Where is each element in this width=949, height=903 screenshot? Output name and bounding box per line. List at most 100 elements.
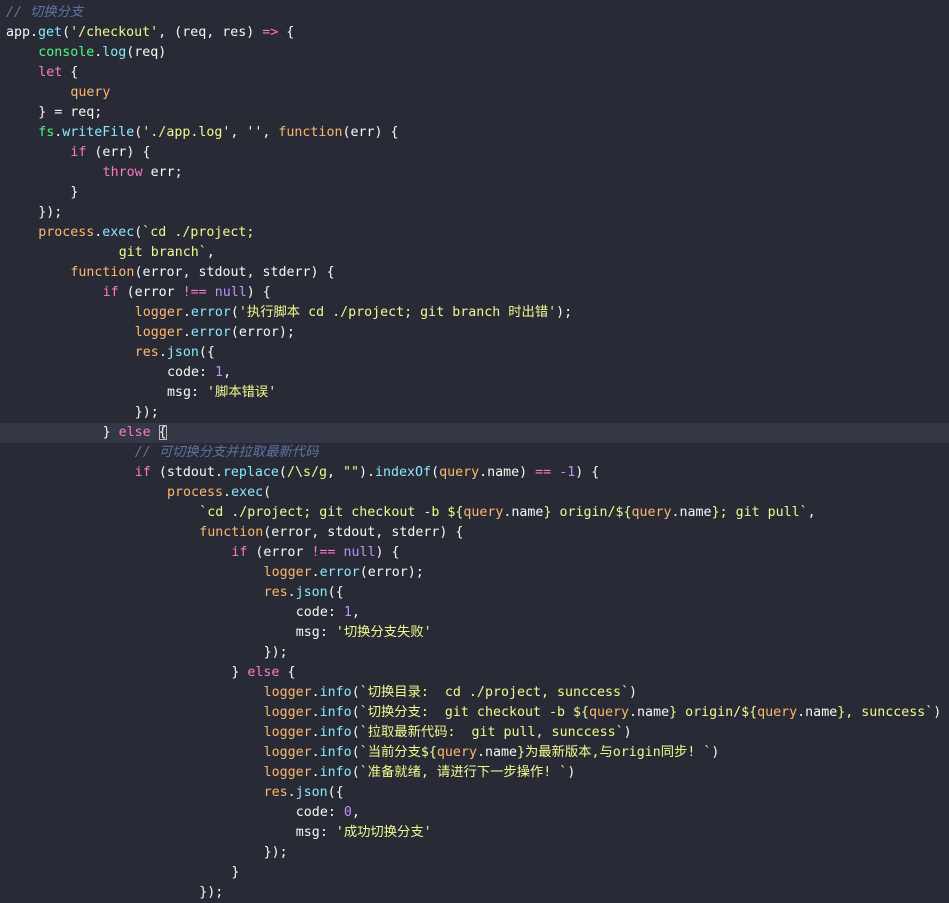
code-line[interactable]: logger.info(`当前分支${query.name}为最新版本,与ori… [0, 743, 949, 763]
code-token-obj: fs [38, 125, 55, 140]
code-line[interactable]: res.json({ [0, 783, 949, 803]
code-line[interactable]: } = req; [0, 103, 949, 123]
code-token-str: '' [246, 125, 263, 140]
code-line[interactable]: throw err; [0, 163, 949, 183]
code-token-plain: ) { [375, 545, 400, 560]
code-token-plain: . [30, 25, 39, 40]
code-token-kw: if [231, 545, 248, 560]
code-token-fn: info [319, 685, 352, 700]
code-token-plain: ) [567, 765, 576, 780]
code-line[interactable]: logger.info(`切换分支: git checkout -b ${que… [0, 703, 949, 723]
code-token-str: }为最新版本,与origin同步! ` [516, 745, 712, 760]
code-token-plain: . [223, 485, 232, 500]
code-token-plain: (error [247, 545, 312, 560]
code-token-plain: ) [623, 725, 632, 740]
code-line[interactable]: // 切换分支 [0, 3, 949, 23]
code-line[interactable]: } [0, 183, 949, 203]
code-token-fn: info [319, 705, 352, 720]
code-token-plain: } [70, 185, 79, 200]
code-token-kw: if [102, 285, 119, 300]
code-token-plain: , [206, 245, 215, 260]
code-editor[interactable]: // 切换分支 app.get('/checkout', (req, res) =… [0, 0, 949, 903]
code-token-param: logger [263, 565, 312, 580]
code-token-str: git branch` [118, 245, 207, 260]
code-line[interactable]: res.json({ [0, 343, 949, 363]
code-line[interactable]: function(error, stdout, stderr) { [0, 263, 949, 283]
code-token-plain: . [287, 585, 296, 600]
code-token-comment: // 可切换分支并拉取最新代码 [134, 445, 319, 460]
code-token-str: '脚本错误' [207, 385, 277, 400]
code-token-plain: . [311, 765, 320, 780]
code-token-plain: ) [711, 745, 720, 760]
code-line[interactable]: process.exec(`cd ./project; [0, 223, 949, 243]
code-token-fn: json [166, 345, 199, 360]
code-line[interactable]: `cd ./project; git checkout -b ${query.n… [0, 503, 949, 523]
code-line[interactable]: logger.info(`切换目录: cd ./project, suncces… [0, 683, 949, 703]
code-token-plain: , [230, 125, 247, 140]
code-line[interactable]: msg: '切换分支失败' [0, 623, 949, 643]
code-line[interactable]: } else { [0, 663, 949, 683]
code-line[interactable]: fs.writeFile('./app.log', '', function(e… [0, 123, 949, 143]
code-line[interactable]: query [0, 83, 949, 103]
code-token-plain: (error [118, 285, 183, 300]
code-line[interactable]: console.log(req) [0, 43, 949, 63]
code-token-plain: msg: [167, 385, 208, 400]
code-line[interactable]: let { [0, 63, 949, 83]
code-token-plain: res [222, 25, 247, 40]
code-token-plain: app [6, 25, 31, 40]
code-token-param: query [631, 505, 672, 520]
code-token-param: query [463, 505, 504, 520]
code-line[interactable]: process.exec( [0, 483, 949, 503]
code-line[interactable]: msg: '成功切换分支' [0, 823, 949, 843]
code-token-plain: code: [167, 365, 216, 380]
code-token-bracket: { [158, 425, 167, 440]
code-line[interactable]: logger.info(`拉取最新代码: git pull, sunccess`… [0, 723, 949, 743]
code-line[interactable]: }); [0, 403, 949, 423]
code-line[interactable]: if (error !== null) { [0, 283, 949, 303]
code-line[interactable]: git branch`, [0, 243, 949, 263]
code-token-plain: ) [246, 25, 263, 40]
code-token-plain: req [182, 25, 207, 40]
code-token-plain: .name [797, 705, 838, 720]
code-token-plain: , [206, 25, 223, 40]
code-token-str: }, sunccess` [837, 705, 934, 720]
code-token-str: '执行脚本 cd ./project; git branch 时出错' [238, 305, 557, 320]
code-line[interactable]: code: 0, [0, 803, 949, 823]
code-line[interactable]: function(error, stdout, stderr) { [0, 523, 949, 543]
code-line[interactable]: res.json({ [0, 583, 949, 603]
code-token-str: `cd ./project; git checkout -b ${ [199, 505, 464, 520]
code-line[interactable]: logger.error(error); [0, 563, 949, 583]
code-line[interactable]: code: 1, [0, 363, 949, 383]
code-line[interactable]: code: 1, [0, 603, 949, 623]
code-line[interactable]: if (error !== null) { [0, 543, 949, 563]
code-token-param: query [70, 85, 111, 100]
code-token-str: } origin/${ [669, 705, 758, 720]
code-token-plain: ({ [198, 345, 215, 360]
code-token-plain: (stdout. [150, 465, 223, 480]
code-token-str: }; git pull` [711, 505, 808, 520]
code-line[interactable]: }); [0, 883, 949, 903]
code-token-str: '/checkout' [70, 25, 159, 40]
code-token-param: logger [263, 705, 312, 720]
code-line[interactable]: logger.error(error); [0, 323, 949, 343]
code-line[interactable]: logger.error('执行脚本 cd ./project; git bra… [0, 303, 949, 323]
code-line[interactable]: }); [0, 843, 949, 863]
code-line[interactable]: logger.info(`准备就绪, 请进行下一步操作! `) [0, 763, 949, 783]
code-token-op: == [535, 465, 552, 480]
code-line[interactable]: }); [0, 203, 949, 223]
code-token-plain: code: [295, 605, 344, 620]
code-line[interactable]: if (stdout.replace(/\s/g, "").indexOf(qu… [0, 463, 949, 483]
code-line[interactable]: } else { [0, 423, 949, 443]
code-token-plain: ( [351, 725, 360, 740]
code-line[interactable]: }); [0, 643, 949, 663]
code-line[interactable]: } [0, 863, 949, 883]
code-token-plain: code: [295, 805, 344, 820]
code-line[interactable]: app.get('/checkout', (req, res) => { [0, 23, 949, 43]
code-line[interactable]: if (err) { [0, 143, 949, 163]
code-line[interactable]: // 可切换分支并拉取最新代码 [0, 443, 949, 463]
code-token-plain: .name [629, 705, 670, 720]
code-line[interactable]: msg: '脚本错误' [0, 383, 949, 403]
code-token-plain: (req) [126, 45, 167, 60]
code-token-fn: json [295, 585, 328, 600]
